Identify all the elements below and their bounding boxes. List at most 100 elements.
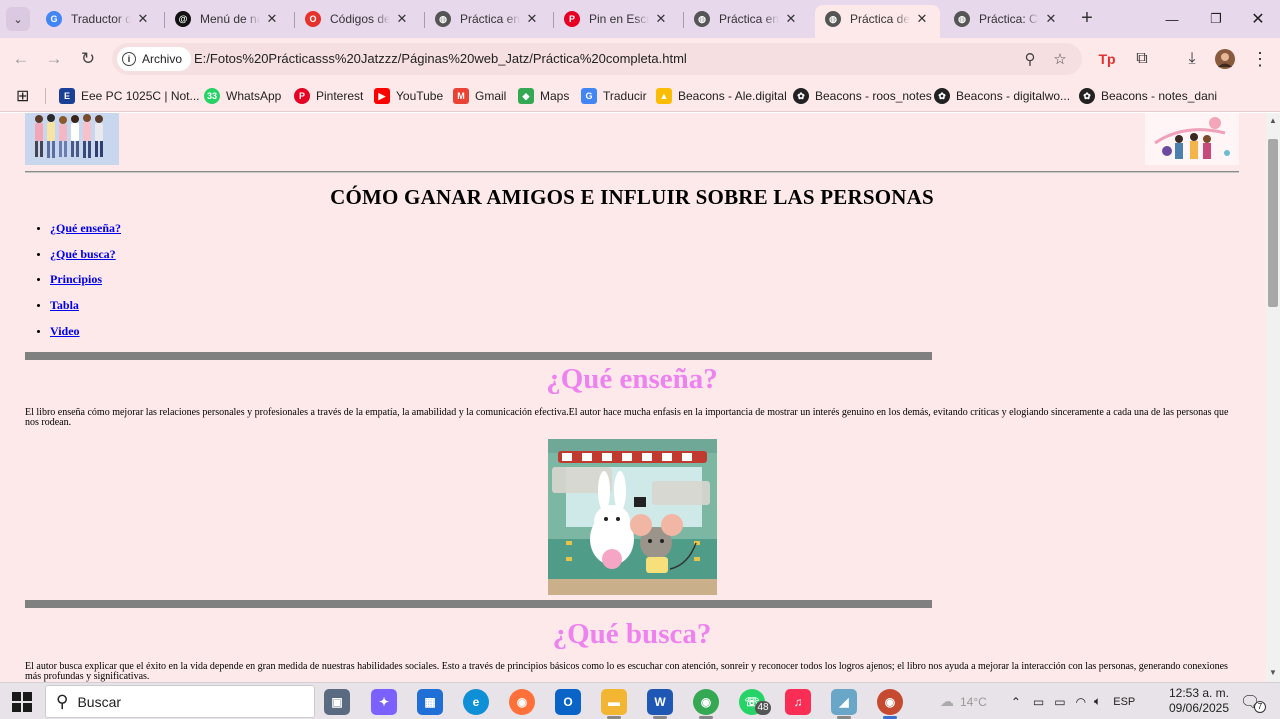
copilot-icon[interactable]: ✦ xyxy=(371,689,397,715)
gmail-icon: M xyxy=(453,88,469,104)
tab-separator xyxy=(553,12,554,28)
restore-icon: ❐ xyxy=(1210,11,1222,26)
tab-title: Pin en Escrit xyxy=(589,12,649,26)
scroll-up-icon[interactable]: ▲ xyxy=(1269,116,1277,125)
close-tab-icon[interactable]: ✕ xyxy=(394,11,410,27)
bookmark-item[interactable]: ▶ YouTube xyxy=(374,86,443,106)
language-indicator[interactable]: ESP xyxy=(1113,696,1135,708)
chrome-profile-icon[interactable]: ◉ xyxy=(877,689,903,715)
tab-title: Práctica del I xyxy=(850,12,910,26)
bookmark-item[interactable]: M Gmail xyxy=(453,86,506,106)
bookmark-item[interactable]: P Pinterest xyxy=(294,86,363,106)
nav-link[interactable]: Tabla xyxy=(50,298,79,312)
section-divider xyxy=(25,600,932,608)
apps-grid-icon: ⊞ xyxy=(16,88,30,105)
scrollbar-thumb[interactable] xyxy=(1268,139,1278,307)
close-tab-icon[interactable]: ✕ xyxy=(914,11,930,27)
section-divider xyxy=(25,352,932,360)
browser-tab[interactable]: ◍ Práctica en H ✕ xyxy=(684,5,809,33)
nav-link[interactable]: ¿Qué busca? xyxy=(50,247,116,261)
new-tab-button[interactable]: + xyxy=(1076,8,1098,30)
close-tab-icon[interactable]: ✕ xyxy=(135,11,151,27)
section-text-busca: El autor busca explicar que el éxito en … xyxy=(25,661,1228,682)
outlook-icon[interactable]: O xyxy=(555,689,581,715)
bookmark-item[interactable]: ◆ Maps xyxy=(518,86,569,106)
bookmark-item[interactable]: G Traducir xyxy=(581,86,647,106)
bookmark-item[interactable]: 33 WhatsApp xyxy=(204,86,281,106)
bookmark-item[interactable]: E Eee PC 1025C | Not... xyxy=(59,86,200,106)
back-button[interactable]: ← xyxy=(8,46,34,72)
close-tab-icon[interactable]: ✕ xyxy=(264,11,280,27)
minimize-icon: — xyxy=(1165,11,1179,27)
browser-tab[interactable]: G Traductor de ✕ xyxy=(36,5,161,33)
restore-button[interactable]: ❐ xyxy=(1194,0,1238,38)
close-tab-icon[interactable]: ✕ xyxy=(783,11,799,27)
weather-temp[interactable]: 14°C xyxy=(960,695,987,709)
nav-list-item: ¿Qué enseña? xyxy=(50,221,121,247)
bookmark-label: Beacons - Ale.digital xyxy=(678,89,787,103)
clock[interactable]: 12:53 a. m. 09/06/2025 xyxy=(1168,686,1230,716)
task-view-icon[interactable]: ▣ xyxy=(324,689,350,715)
site-info-chip[interactable]: i Archivo xyxy=(117,47,192,71)
bookmarks-bar: ⊞ E Eee PC 1025C | Not... 33 WhatsApp P Pinte… xyxy=(0,80,1280,112)
store-icon[interactable]: ▦ xyxy=(417,689,443,715)
bookmark-item[interactable]: ✿ Beacons - notes_dani xyxy=(1079,86,1217,106)
close-tab-icon[interactable]: ✕ xyxy=(1043,11,1059,27)
arrow-right-icon: → xyxy=(45,49,63,68)
volume-icon[interactable]: 🔈︎ xyxy=(1094,694,1101,709)
browser-tab[interactable]: ◍ Práctica del I ✕ xyxy=(815,5,940,38)
tray-chevron-icon[interactable]: ⌃ xyxy=(1011,695,1021,709)
apps-grid-button[interactable]: ⊞ xyxy=(16,86,29,106)
taskbar-search[interactable]: ⚲ Buscar xyxy=(45,685,315,718)
url-text[interactable]: E:/Fotos%20Prácticasss%20Jatzzz/Páginas%… xyxy=(194,51,687,66)
nav-link[interactable]: Principios xyxy=(50,272,102,286)
beacons-icon: ✿ xyxy=(934,88,950,104)
bookmark-item[interactable]: ▲ Beacons - Ale.digital xyxy=(656,86,787,106)
meet-now-icon[interactable]: ▭ xyxy=(1033,695,1044,709)
reload-icon: ↻ xyxy=(80,49,96,68)
nav-link[interactable]: ¿Qué enseña? xyxy=(50,221,121,235)
chrome-icon[interactable]: ◉ xyxy=(693,689,719,715)
zoom-icon[interactable]: ⚲ xyxy=(1020,49,1040,69)
windows-start-button[interactable] xyxy=(12,692,32,712)
tab-search-button[interactable]: ⌄ xyxy=(6,7,30,31)
firefox-icon[interactable]: ◉ xyxy=(509,689,535,715)
browser-tab[interactable]: O Códigos de C ✕ xyxy=(295,5,420,33)
clock-time: 12:53 a. m. xyxy=(1168,686,1230,700)
close-window-button[interactable]: ✕ xyxy=(1236,0,1280,38)
browser-tab[interactable]: P Pin en Escrit ✕ xyxy=(554,5,679,33)
edge-icon[interactable]: e xyxy=(463,689,489,715)
battery-icon[interactable]: ▭ xyxy=(1054,695,1065,709)
forward-button[interactable]: → xyxy=(41,46,67,72)
address-bar[interactable]: i Archivo E:/Fotos%20Prácticasss%20Jatzz… xyxy=(112,43,1082,75)
windows-logo-icon xyxy=(12,692,32,712)
scroll-down-icon[interactable]: ▼ xyxy=(1269,668,1277,677)
nav-link[interactable]: Video xyxy=(50,324,80,338)
browser-tab[interactable]: ◍ Práctica en H ✕ xyxy=(425,5,550,33)
bookmark-label: Beacons - notes_dani xyxy=(1101,89,1218,103)
minimize-button[interactable]: — xyxy=(1150,0,1194,38)
app-icon[interactable]: ◢ xyxy=(831,689,857,715)
close-tab-icon[interactable]: ✕ xyxy=(653,11,669,27)
file-explorer-icon[interactable]: ▬ xyxy=(601,689,627,715)
browser-tab[interactable]: @ Menú de na ✕ xyxy=(165,5,290,33)
bookmark-star-icon[interactable]: ☆ xyxy=(1050,49,1070,69)
wifi-icon[interactable]: ◠ xyxy=(1076,695,1086,709)
reload-button[interactable]: ↻ xyxy=(75,46,101,72)
avatar[interactable] xyxy=(1213,47,1237,71)
header-image-celebration xyxy=(1145,113,1239,165)
word-icon[interactable]: W xyxy=(647,689,673,715)
google-translate-icon: G xyxy=(46,11,62,27)
extensions-puzzle-icon[interactable]: ⧉ xyxy=(1130,47,1154,71)
arrow-left-icon: ← xyxy=(12,49,30,68)
bookmark-item[interactable]: ✿ Beacons - roos_notes xyxy=(793,86,932,106)
bookmark-item[interactable]: ✿ Beacons - digitalwo... xyxy=(934,86,1070,106)
weather-icon[interactable]: ☁ xyxy=(940,693,954,710)
close-tab-icon[interactable]: ✕ xyxy=(524,11,540,27)
browser-tab[interactable]: ◍ Práctica: Cón ✕ xyxy=(944,5,1069,33)
menu-kebab-icon[interactable]: ⋮ xyxy=(1248,47,1272,71)
page-scrollbar[interactable]: ▲ ▼ xyxy=(1266,113,1280,682)
itunes-icon[interactable]: ♫ xyxy=(785,689,811,715)
download-icon[interactable]: ⤓ xyxy=(1180,47,1204,71)
extension-tp-icon[interactable]: Tp xyxy=(1095,47,1119,71)
